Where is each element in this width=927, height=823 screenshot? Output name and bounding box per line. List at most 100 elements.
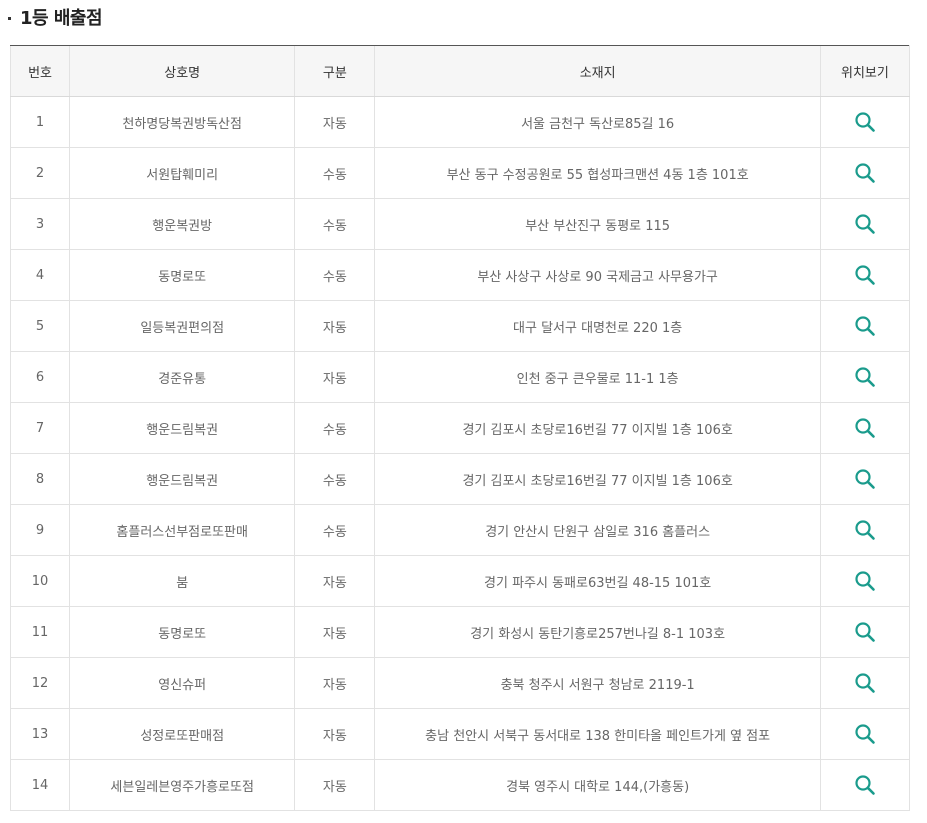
row-type: 자동	[294, 708, 375, 760]
search-icon	[855, 213, 875, 234]
row-view-location	[819, 759, 911, 811]
winning-stores-table-wrapper: 번호 상호명 구분 소재지 위치보기 1 천하명당복권방독산점 자동 서울 금천구 독…	[9, 45, 911, 811]
row-type: 수동	[294, 147, 375, 199]
row-store-name: 동명로또	[69, 249, 295, 301]
row-number: 7	[9, 402, 70, 454]
row-store-name: 경준유통	[69, 351, 295, 403]
row-address: 경북 영주시 대학로 144,(가흥동)	[374, 759, 821, 811]
row-view-location	[819, 249, 911, 301]
row-address: 부산 동구 수정공원로 55 협성파크맨션 4동 1층 101호	[374, 147, 821, 199]
search-icon	[855, 519, 875, 540]
row-store-name: 세븐일레븐영주가흥로또점	[69, 759, 295, 811]
row-address: 부산 사상구 사상로 90 국제금고 사무용가구	[374, 249, 821, 301]
row-type: 수동	[294, 453, 375, 505]
row-type: 자동	[294, 300, 375, 352]
view-location-button[interactable]	[851, 108, 879, 136]
header-store-name: 상호명	[69, 45, 295, 97]
table-row: 9 홈플러스선부점로또판매 수동 경기 안산시 단원구 삼일로 316 홈플러스	[9, 504, 911, 556]
row-number: 13	[9, 708, 70, 760]
table-row: 2 서원탑훼미리 수동 부산 동구 수정공원로 55 협성파크맨션 4동 1층 101…	[9, 147, 911, 199]
table-row: 6 경준유통 자동 인천 중구 큰우물로 11-1 1층	[9, 351, 911, 403]
table-header: 번호 상호명 구분 소재지 위치보기	[9, 45, 911, 97]
winning-stores-table: 번호 상호명 구분 소재지 위치보기 1 천하명당복권방독산점 자동 서울 금천구 독…	[9, 45, 911, 811]
row-number: 1	[9, 96, 70, 148]
row-type: 수동	[294, 504, 375, 556]
row-number: 12	[9, 657, 70, 709]
row-view-location	[819, 147, 911, 199]
row-address: 경기 파주시 동패로63번길 48-15 101호	[374, 555, 821, 607]
table-row: 13 성정로또판매점 자동 충남 천안시 서북구 동서대로 138 한미타올 페인트가…	[9, 708, 911, 760]
view-location-button[interactable]	[851, 210, 879, 238]
row-address: 경기 김포시 초당로16번길 77 이지빌 1층 106호	[374, 402, 821, 454]
view-location-button[interactable]	[851, 618, 879, 646]
row-number: 4	[9, 249, 70, 301]
view-location-button[interactable]	[851, 312, 879, 340]
search-icon	[855, 723, 875, 744]
row-number: 9	[9, 504, 70, 556]
view-location-button[interactable]	[851, 669, 879, 697]
row-type: 자동	[294, 351, 375, 403]
table-row: 11 동명로또 자동 경기 화성시 동탄기흥로257번나길 8-1 103호	[9, 606, 911, 658]
row-address: 충남 천안시 서북구 동서대로 138 한미타올 페인트가게 옆 점포	[374, 708, 821, 760]
row-store-name: 행운드림복권	[69, 402, 295, 454]
view-location-button[interactable]	[851, 261, 879, 289]
row-number: 6	[9, 351, 70, 403]
search-icon	[855, 111, 875, 132]
row-view-location	[819, 351, 911, 403]
row-view-location	[819, 708, 911, 760]
view-location-button[interactable]	[851, 516, 879, 544]
view-location-button[interactable]	[851, 720, 879, 748]
view-location-button[interactable]	[851, 465, 879, 493]
search-icon	[855, 621, 875, 642]
row-number: 3	[9, 198, 70, 250]
header-view-location: 위치보기	[819, 45, 911, 97]
row-number: 14	[9, 759, 70, 811]
table-row: 1 천하명당복권방독산점 자동 서울 금천구 독산로85길 16	[9, 96, 911, 148]
row-number: 10	[9, 555, 70, 607]
row-address: 서울 금천구 독산로85길 16	[374, 96, 821, 148]
search-icon	[855, 162, 875, 183]
row-store-name: 천하명당복권방독산점	[69, 96, 295, 148]
header-number: 번호	[9, 45, 70, 97]
row-view-location	[819, 555, 911, 607]
view-location-button[interactable]	[851, 159, 879, 187]
search-icon	[855, 417, 875, 438]
row-store-name: 행운복권방	[69, 198, 295, 250]
view-location-button[interactable]	[851, 363, 879, 391]
row-store-name: 홈플러스선부점로또판매	[69, 504, 295, 556]
row-type: 수동	[294, 249, 375, 301]
row-type: 자동	[294, 555, 375, 607]
row-view-location	[819, 504, 911, 556]
table-header-row: 번호 상호명 구분 소재지 위치보기	[9, 45, 911, 97]
row-number: 11	[9, 606, 70, 658]
view-location-button[interactable]	[851, 567, 879, 595]
search-icon	[855, 570, 875, 591]
table-row: 10 붐 자동 경기 파주시 동패로63번길 48-15 101호	[9, 555, 911, 607]
row-view-location	[819, 453, 911, 505]
row-view-location	[819, 198, 911, 250]
row-address: 경기 안산시 단원구 삼일로 316 홈플러스	[374, 504, 821, 556]
table-row: 12 영신슈퍼 자동 충북 청주시 서원구 청남로 2119-1	[9, 657, 911, 709]
view-location-button[interactable]	[851, 414, 879, 442]
table-body: 1 천하명당복권방독산점 자동 서울 금천구 독산로85길 16 2 서원탑훼미리 수동 부산…	[9, 96, 911, 811]
table-row: 7 행운드림복권 수동 경기 김포시 초당로16번길 77 이지빌 1층 106호	[9, 402, 911, 454]
row-store-name: 행운드림복권	[69, 453, 295, 505]
search-icon	[855, 315, 875, 336]
row-type: 자동	[294, 759, 375, 811]
header-address: 소재지	[374, 45, 821, 97]
row-number: 2	[9, 147, 70, 199]
search-icon	[855, 774, 875, 795]
search-icon	[855, 366, 875, 387]
row-store-name: 영신슈퍼	[69, 657, 295, 709]
row-type: 자동	[294, 657, 375, 709]
table-row: 5 일등복권편의점 자동 대구 달서구 대명천로 220 1층	[9, 300, 911, 352]
row-view-location	[819, 657, 911, 709]
row-view-location	[819, 96, 911, 148]
header-type: 구분	[294, 45, 375, 97]
row-store-name: 일등복권편의점	[69, 300, 295, 352]
section-title: 1등 배출점	[8, 4, 103, 30]
view-location-button[interactable]	[851, 771, 879, 799]
row-address: 경기 화성시 동탄기흥로257번나길 8-1 103호	[374, 606, 821, 658]
row-type: 자동	[294, 606, 375, 658]
row-view-location	[819, 606, 911, 658]
